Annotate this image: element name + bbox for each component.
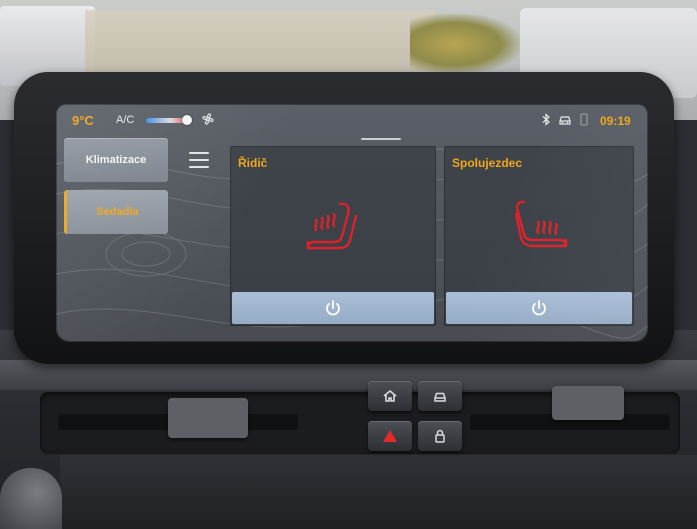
- passenger-seat-title: Spolujezdec: [452, 156, 523, 170]
- driver-seat-power-button[interactable]: [232, 292, 434, 324]
- heated-seat-icon: [514, 200, 568, 248]
- power-icon: [326, 300, 340, 316]
- ac-label[interactable]: A/C: [116, 114, 134, 126]
- status-bar: 9°C A/C 09:19: [56, 104, 648, 134]
- lock-icon: [435, 429, 445, 443]
- gear-knob[interactable]: [0, 468, 62, 529]
- infotainment-screen: 9°C A/C 09:19 Klimatizace Sedadla Řidič …: [56, 104, 648, 342]
- hamburger-menu-icon[interactable]: [189, 152, 209, 168]
- sidebar-item-klimatizace[interactable]: Klimatizace: [64, 138, 168, 182]
- car-status-icon: [559, 116, 571, 125]
- background-tree: [410, 14, 520, 74]
- sidebar-item-label: Sedadla: [96, 206, 139, 218]
- hazard-warning-icon: [383, 430, 397, 442]
- driver-seat-title: Řidič: [238, 156, 268, 170]
- lock-button[interactable]: [418, 421, 462, 451]
- home-button[interactable]: [368, 381, 412, 411]
- passenger-seat-power-button[interactable]: [446, 292, 632, 324]
- hazard-button[interactable]: [368, 421, 412, 451]
- car-icon: [434, 392, 446, 402]
- lower-console: [60, 455, 697, 529]
- passenger-seat-panel[interactable]: Spolujezdec: [444, 146, 634, 326]
- bluetooth-icon: [542, 113, 550, 126]
- home-icon: [383, 389, 397, 402]
- power-icon: [532, 300, 546, 316]
- phone-icon: [580, 113, 588, 126]
- vent-adjuster-right[interactable]: [552, 386, 624, 420]
- vehicle-button[interactable]: [418, 381, 462, 411]
- background-building: [85, 10, 435, 80]
- temperature-slider-knob[interactable]: [182, 115, 192, 125]
- driver-seat-panel[interactable]: Řidič: [230, 146, 436, 326]
- air-vent-bar: [40, 386, 680, 454]
- clock: 09:19: [600, 114, 631, 128]
- sidebar-item-sedadla[interactable]: Sedadla: [64, 190, 168, 234]
- drag-handle[interactable]: [361, 138, 401, 140]
- vent-adjuster-left[interactable]: [168, 398, 248, 438]
- heated-seat-icon: [306, 202, 358, 250]
- outside-temperature: 9°C: [72, 113, 94, 128]
- fan-icon[interactable]: [201, 112, 215, 126]
- sidebar-item-label: Klimatizace: [85, 154, 147, 166]
